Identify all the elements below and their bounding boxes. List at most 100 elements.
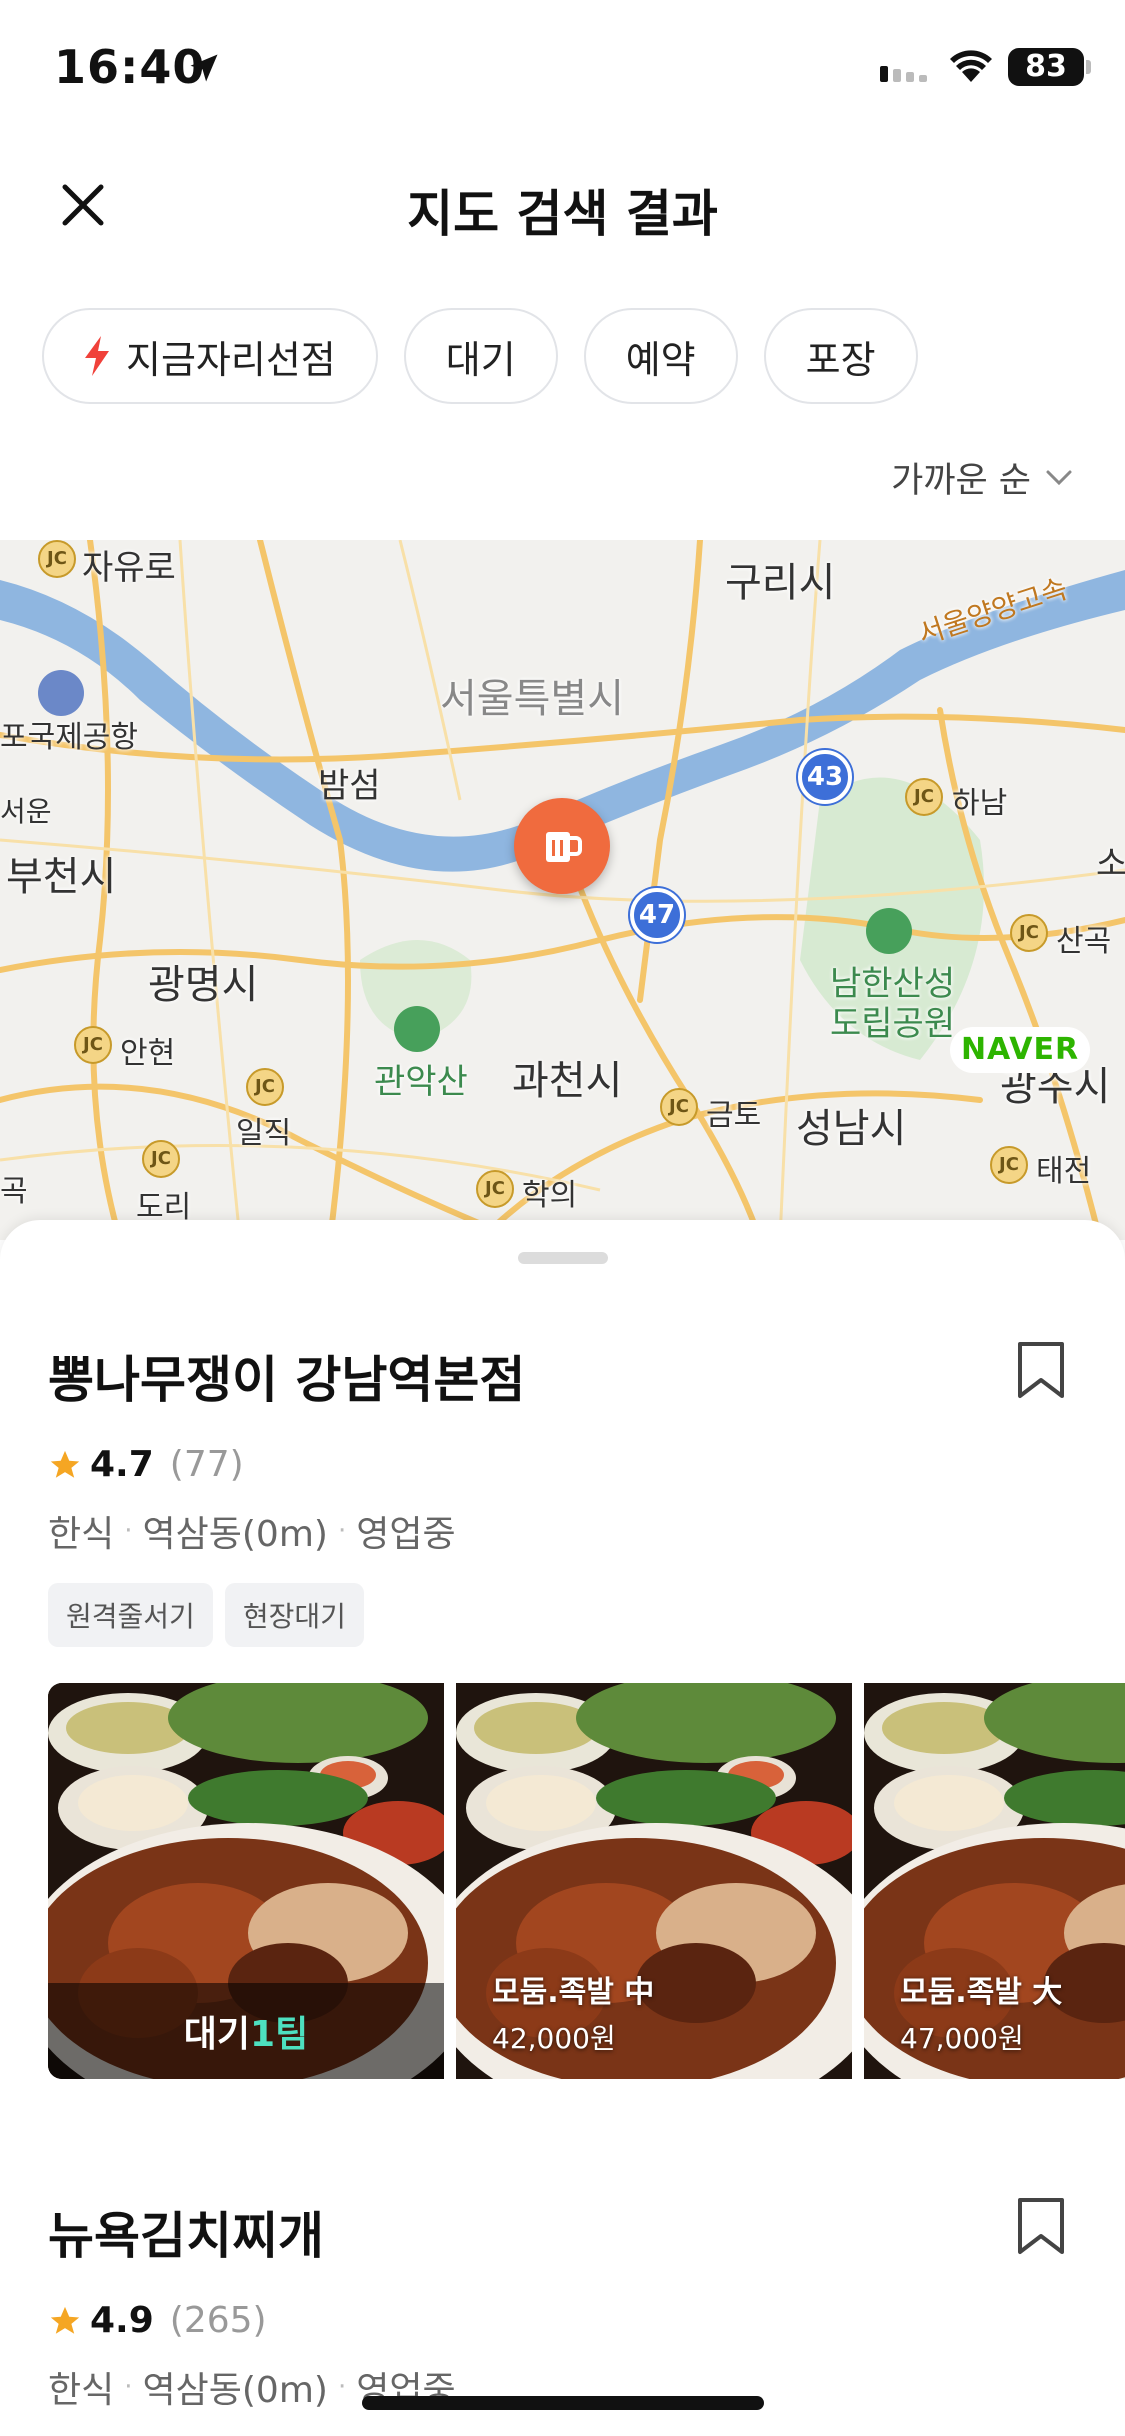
bookmark-icon xyxy=(1018,1342,1064,1398)
menu-price: 42,000원 xyxy=(492,2022,616,2055)
separator-dot: · xyxy=(124,1516,133,1546)
wait-status-bar: 대기 1팀 xyxy=(48,1983,444,2079)
jc-marker: JC xyxy=(142,1140,180,1178)
filter-chip-label: 지금자리선점 xyxy=(126,337,336,382)
route-43-marker: 43 xyxy=(798,750,852,804)
jc-marker: JC xyxy=(990,1146,1028,1184)
location: 역삼동(0m) xyxy=(142,1514,328,1555)
photo-carousel[interactable]: 대기 1팀 모둠.족발 中 42,000원 모둠.족발 大 47,000원 xyxy=(48,1683,1125,2079)
map-label: 서운 xyxy=(0,795,52,828)
map-label: 부천시 xyxy=(6,854,117,900)
map-label: 자유로 xyxy=(82,548,176,588)
filter-chip-label: 대기 xyxy=(445,337,516,382)
map-label: 일직 xyxy=(236,1116,292,1151)
filter-chip-takeout[interactable]: 포장 xyxy=(763,308,918,404)
status-time: 16:40 xyxy=(54,40,206,94)
cellular-signal-icon xyxy=(880,66,927,82)
separator-dot: · xyxy=(337,1516,347,1546)
tag-remote-queue: 원격줄서기 xyxy=(48,1583,213,1647)
map-label: 태전 xyxy=(1036,1154,1092,1189)
rating-score: 4.7 xyxy=(90,1444,154,1485)
filter-chip-label: 포장 xyxy=(805,337,876,382)
map-label: 곡 xyxy=(0,1174,28,1209)
category: 한식 xyxy=(48,1514,115,1555)
restaurant-card[interactable]: 뉴욕김치찌개 4.9 (265) 한식 · 역삼동(0m) · 영업중 xyxy=(48,2196,1125,2413)
filter-chip-reservation[interactable]: 예약 xyxy=(583,308,738,404)
review-count: (77) xyxy=(169,1444,244,1485)
bookmark-button[interactable] xyxy=(1011,2196,1071,2260)
jc-marker: JC xyxy=(905,778,943,816)
meta-row: 한식 · 역삼동(0m) · 영업중 xyxy=(48,1505,1125,1557)
rating-score: 4.9 xyxy=(90,2300,154,2341)
restaurant-map-pin[interactable] xyxy=(514,798,610,894)
map-label: 광명시 xyxy=(148,962,259,1008)
sort-label: 가까운 순 xyxy=(891,461,1031,501)
restaurant-photo[interactable]: 대기 1팀 xyxy=(48,1683,444,2079)
status-bar: 16:40 83 xyxy=(0,0,1125,140)
page-title: 지도 검색 결과 xyxy=(407,185,718,243)
menu-price: 47,000원 xyxy=(900,2022,1024,2055)
sort-dropdown[interactable]: 가까운 순 xyxy=(891,452,1073,503)
wait-label: 대기 xyxy=(183,2014,251,2055)
map-label: 도립공원 xyxy=(830,1004,956,1044)
map-label: 안현 xyxy=(120,1036,176,1071)
results-bottom-sheet[interactable]: 뽕나무쟁이 강남역본점 4.7 (77) 한식 · 역삼동(0m) · 영업중 … xyxy=(0,1220,1125,2436)
map-label: 구리시 xyxy=(725,560,836,606)
naver-logo: NAVER xyxy=(950,1027,1090,1073)
category: 한식 xyxy=(48,2370,115,2411)
bookmark-button[interactable] xyxy=(1011,1340,1071,1404)
filter-chip-label: 예약 xyxy=(625,337,696,382)
filter-chip-waiting[interactable]: 대기 xyxy=(403,308,558,404)
map-label: 소 xyxy=(1096,844,1125,884)
location: 역삼동(0m) xyxy=(142,2370,328,2411)
map-label: 관악산 xyxy=(374,1062,468,1102)
rating-row: 4.9 (265) xyxy=(48,2300,1125,2341)
jc-marker: JC xyxy=(660,1088,698,1126)
tag-onsite-wait: 현장대기 xyxy=(224,1583,364,1647)
map-label: 산곡 xyxy=(1056,924,1112,959)
tag-list: 원격줄서기 현장대기 xyxy=(48,1583,1125,1647)
jc-marker: JC xyxy=(74,1026,112,1064)
map-label: 하남 xyxy=(952,786,1008,821)
beer-mug-icon xyxy=(546,832,582,862)
home-indicator xyxy=(362,2396,764,2410)
mountain-icon xyxy=(866,908,912,954)
battery-tip xyxy=(1086,60,1091,74)
filter-chips: 지금자리선점 대기 예약 포장 xyxy=(42,308,918,404)
jc-marker: JC xyxy=(246,1068,284,1106)
map-label: 서울특별시 xyxy=(440,676,624,722)
route-47-marker: 47 xyxy=(630,888,684,942)
sheet-drag-handle[interactable] xyxy=(518,1252,608,1264)
separator-dot: · xyxy=(337,2372,347,2402)
map-label: 학의 xyxy=(522,1178,578,1213)
map-label: 포국제공항 xyxy=(0,720,138,755)
menu-photo[interactable]: 모둠.족발 大 47,000원 xyxy=(864,1683,1125,2079)
wait-count: 1팀 xyxy=(250,2014,309,2055)
battery-indicator: 83 xyxy=(1008,48,1084,86)
jc-marker: JC xyxy=(1010,914,1048,952)
menu-name: 모둠.족발 中 xyxy=(492,1975,655,2010)
map-view[interactable]: 자유로 JC 구리시 서울양양고속 서울특별시 포국제공항 밤섬 43 JC 하… xyxy=(0,540,1125,1240)
restaurant-card[interactable]: 뽕나무쟁이 강남역본점 4.7 (77) 한식 · 역삼동(0m) · 영업중 … xyxy=(48,1340,1125,2079)
separator-dot: · xyxy=(124,2372,133,2402)
map-label: 금토 xyxy=(706,1098,762,1133)
menu-photo[interactable]: 모둠.족발 中 42,000원 xyxy=(456,1683,852,2079)
jc-marker: JC xyxy=(38,540,76,578)
map-label: 밤섬 xyxy=(318,766,381,806)
header: 지도 검색 결과 xyxy=(0,150,1125,260)
review-count: (265) xyxy=(169,2300,267,2341)
menu-caption: 모둠.족발 中 42,000원 xyxy=(492,1967,654,2057)
rating-row: 4.7 (77) xyxy=(48,1444,1125,1485)
star-icon xyxy=(50,1450,80,1478)
chevron-down-icon xyxy=(1046,470,1072,485)
menu-caption: 모둠.족발 大 47,000원 xyxy=(900,1967,1062,2057)
filter-chip-instant-seat[interactable]: 지금자리선점 xyxy=(42,308,378,404)
restaurant-name: 뽕나무쟁이 강남역본점 xyxy=(48,1351,526,1409)
star-icon xyxy=(50,2306,80,2334)
map-label: 과천시 xyxy=(512,1058,623,1104)
bolt-icon xyxy=(85,336,109,376)
location-arrow-icon xyxy=(190,54,218,82)
menu-name: 모둠.족발 大 xyxy=(900,1975,1063,2010)
wifi-icon xyxy=(950,50,992,82)
open-status: 영업중 xyxy=(356,1514,456,1555)
